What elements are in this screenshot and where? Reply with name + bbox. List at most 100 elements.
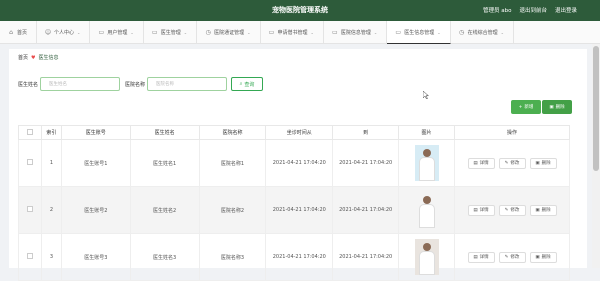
plus-icon: + [518,104,523,110]
tab-label: 医院信息管理 [340,30,371,36]
mouse-cursor-icon [423,91,429,99]
user-menu: 管理员 abo 退出到前台 退出登录 [483,6,577,14]
detail-label: 详情 [479,161,489,166]
add-label: 新增 [524,105,534,110]
delete-label: 删除 [541,255,551,260]
detail-button[interactable]: ▤ 详情 [467,157,495,169]
cell-image [398,233,456,281]
chevron-down-icon: ⌄ [437,29,441,35]
edit-icon: ✎ [504,207,509,213]
tab-label: 用户管理 [107,30,128,36]
edit-icon: ✎ [504,254,509,260]
col-name: 医生姓名 [129,125,200,140]
trash-icon: ▣ [535,207,540,213]
edit-button[interactable]: ✎ 修改 [498,157,526,169]
search-button[interactable]: ⌕ 查询 [231,77,264,91]
search-bar: 医生姓名 医生姓名 医院名称 医院名称 ⌕ 查询 [18,77,264,91]
folder-icon: ▭ [268,29,275,36]
clock-icon: ◷ [459,29,465,36]
detail-label: 详情 [479,255,489,260]
doctor-table: 索引 医生账号 医生姓名 医院名称 坐诊时间从 到 图片 操作 1 医生账号1 … [18,125,570,281]
doctor-name-label: 医生姓名 [18,81,39,88]
delete-label: 删除 [541,208,551,213]
row-delete-button[interactable]: ▣ 删除 [529,157,557,169]
chevron-down-icon: ⌄ [77,30,81,35]
tab-label: 在线综合管理 [467,30,498,36]
breadcrumb-home[interactable]: 首页 [18,54,28,61]
edit-button[interactable]: ✎ 修改 [498,251,526,263]
chevron-down-icon: ⌄ [373,30,378,35]
cell-name: 医生姓名3 [129,233,200,281]
breadcrumb-current: 医生信息 [38,55,59,61]
chevron-down-icon: ⌄ [130,30,134,35]
tab-label: 医院通证管理 [214,30,245,36]
scrollbar-thumb[interactable] [593,46,599,171]
home-icon: ⌂ [9,29,13,36]
tab-label: 医生管理 [160,30,181,36]
goto-front-link[interactable]: 退出到前台 [519,6,547,14]
table-row: 3 医生账号3 医生姓名3 医院名称3 2021-04-21 17:04:20 … [18,233,570,281]
delete-label: 删除 [541,161,551,166]
cell-account: 医生账号3 [60,233,131,281]
detail-label: 详情 [479,208,489,213]
cell-name: 医生姓名2 [129,186,200,234]
table-header-row: 索引 医生账号 医生姓名 医院名称 坐诊时间从 到 图片 操作 [18,125,570,140]
tab-hospital-info[interactable]: ▭ 医院信息管理 ⌄ [324,21,388,44]
cell-account: 医生账号2 [60,186,131,234]
edit-label: 修改 [510,255,520,260]
table-row: 1 医生账号1 医生姓名1 医院名称1 2021-04-21 17:04:20 … [18,139,570,187]
cell-index: 3 [40,233,62,281]
delete-label: 删除 [555,105,565,110]
row-checkbox[interactable] [26,159,33,165]
cell-index: 1 [40,139,62,187]
edit-label: 修改 [510,208,520,213]
nav-tabs: ⌂ 首页 ☺ 个人中心 ⌄ ▭ 用户管理 ⌄ ▭ 医生管理 ⌄ ◷ 医院通证管理 ⌄ ▭ 申请僧书管… [0,21,600,44]
cell-to: 2021-04-21 17:04:20 [332,139,400,187]
tab-hospital-pass-manage[interactable]: ◷ 医院通证管理 ⌄ [197,21,261,44]
delete-button[interactable]: ▣ 删除 [542,100,572,114]
doctor-photo [414,192,439,228]
cell-name: 医生姓名1 [129,139,200,187]
row-checkbox[interactable] [26,253,33,259]
col-hospital: 医院名称 [198,125,267,140]
row-delete-button[interactable]: ▣ 删除 [529,251,557,263]
tab-label: 医生信息管理 [404,29,435,36]
cell-image [398,186,456,234]
tab-apply-manage[interactable]: ▭ 申请僧书管理 ⌄ [261,21,324,44]
tab-home[interactable]: ⌂ 首页 [0,21,38,44]
detail-button[interactable]: ▤ 详情 [467,204,495,216]
hospital-name-input[interactable]: 医院名称 [147,77,228,91]
cell-ops: ▤ 详情 ✎ 修改 ▣ 删除 [454,233,570,281]
col-index: 索引 [40,125,62,140]
hospital-name-label: 医院名称 [125,81,146,88]
logout-link[interactable]: 退出登录 [555,6,577,14]
edit-button[interactable]: ✎ 修改 [498,204,526,216]
doc-icon: ▤ [473,160,478,166]
tab-doctor-info[interactable]: ▭ 医生信息管理 ⌄ [387,21,451,44]
tab-doctor-manage[interactable]: ▭ 医生管理 ⌄ [144,21,198,44]
tab-personal-center[interactable]: ☺ 个人中心 ⌄ [37,21,91,44]
content-panel: 首页 ♥ 医生信息 医生姓名 医生姓名 医院名称 医院名称 ⌕ 查询 + 新增 ▣ 删… [9,49,587,281]
cell-to: 2021-04-21 17:04:20 [332,186,400,234]
top-bar: 宠物医院管理系统 管理员 abo 退出到前台 退出登录 [0,0,600,21]
scrollbar[interactable] [592,44,600,268]
tab-user-manage[interactable]: ▭ 用户管理 ⌄ [90,21,144,44]
row-checkbox[interactable] [26,206,33,212]
tab-label: 个人中心 [54,30,75,36]
row-select-cell [18,139,42,187]
folder-icon: ▭ [332,29,338,36]
search-button-label: 查询 [244,81,255,88]
chevron-down-icon: ⌄ [247,30,251,35]
tab-online-manage[interactable]: ◷ 在线综合管理 ⌄ [451,21,515,44]
cell-account: 医生账号1 [60,139,131,187]
detail-button[interactable]: ▤ 详情 [467,251,495,263]
row-delete-button[interactable]: ▣ 删除 [529,204,557,216]
add-button[interactable]: + 新增 [511,100,541,114]
col-account: 医生账号 [60,125,131,140]
select-all-checkbox[interactable] [26,128,33,135]
doctor-name-input[interactable]: 医生姓名 [40,77,121,91]
tab-label: 首页 [17,30,28,36]
doctor-photo [414,239,439,275]
col-to: 到 [332,125,400,140]
user-label: 管理员 abo [482,8,512,14]
